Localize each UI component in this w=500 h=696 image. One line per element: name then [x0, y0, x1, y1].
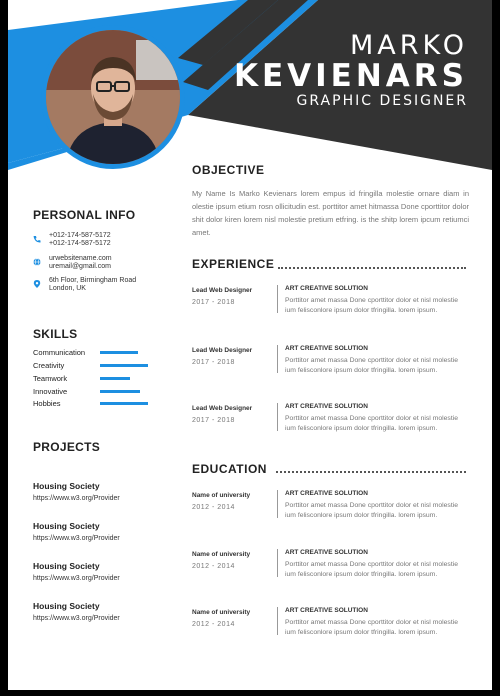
- location-pin-icon: [33, 280, 41, 288]
- experience-entry-divider: [277, 403, 278, 431]
- project-url[interactable]: https://www.w3.org/Provider: [33, 495, 120, 502]
- job-role: GRAPHIC DESIGNER: [296, 93, 468, 109]
- phone-2: +012-174-587-5172: [49, 240, 111, 247]
- education-entry-dates: 2012 - 2014: [192, 563, 235, 570]
- project-name: Housing Society: [33, 481, 100, 491]
- project-url[interactable]: https://www.w3.org/Provider: [33, 535, 120, 542]
- education-entry-divider: [277, 490, 278, 518]
- address-line-1: 6th Floor, Birmingham Road: [49, 277, 137, 284]
- experience-entry-company: ART CREATIVE SOLUTION: [285, 285, 368, 292]
- project-name: Housing Society: [33, 561, 100, 571]
- experience-divider: [278, 267, 466, 269]
- education-divider: [276, 471, 466, 473]
- person-avatar-icon: [46, 30, 180, 164]
- experience-entry-dates: 2017 - 2018: [192, 359, 235, 366]
- education-entry-company: ART CREATIVE SOLUTION: [285, 549, 368, 556]
- experience-entry-dates: 2017 - 2018: [192, 417, 235, 424]
- skill-level-bar: [100, 390, 140, 393]
- experience-heading: EXPERIENCE: [192, 257, 275, 271]
- experience-entry-title: Lead Web Designer: [192, 347, 253, 354]
- website: urwebsitename.com: [49, 255, 112, 262]
- education-entry-company: ART CREATIVE SOLUTION: [285, 607, 368, 614]
- experience-entry-divider: [277, 345, 278, 373]
- education-entry-divider: [277, 607, 278, 635]
- skill-level-bar: [100, 377, 130, 380]
- experience-entry-divider: [277, 285, 278, 313]
- education-entry-description: Porttitor amet massa Done cporttitor dol…: [285, 619, 459, 636]
- education-entry-divider: [277, 549, 278, 577]
- skill-label: Hobbies: [33, 399, 61, 408]
- education-heading: EDUCATION: [192, 462, 267, 476]
- email: uremail@gmail.com: [49, 263, 111, 270]
- skill-label: Innovative: [33, 387, 68, 396]
- resume-page: MARKO KEVIENARS GRAPHIC DESIGNER PERSONA…: [8, 0, 492, 690]
- experience-entry-description: Porttitor amet massa Done cporttitor dol…: [285, 297, 459, 314]
- project-name: Housing Society: [33, 601, 100, 611]
- projects-heading: PROJECTS: [33, 440, 101, 454]
- experience-entry-description: Porttitor amet massa Done cporttitor dol…: [285, 357, 459, 374]
- objective-heading: OBJECTIVE: [192, 163, 265, 177]
- experience-entry-dates: 2017 - 2018: [192, 299, 235, 306]
- education-entry-title: Name of university: [192, 492, 251, 499]
- education-entry-title: Name of university: [192, 551, 251, 558]
- project-name: Housing Society: [33, 521, 100, 531]
- experience-entry-description: Porttitor amet massa Done cporttitor dol…: [285, 415, 459, 432]
- skill-level-bar: [100, 364, 148, 367]
- skill-label: Creativity: [33, 361, 65, 370]
- education-entry-dates: 2012 - 2014: [192, 504, 235, 511]
- experience-entry-title: Lead Web Designer: [192, 405, 253, 412]
- education-entry-description: Porttitor amet massa Done cporttitor dol…: [285, 502, 459, 519]
- education-entry-description: Porttitor amet massa Done cporttitor dol…: [285, 561, 459, 578]
- skill-level-bar: [100, 402, 148, 405]
- phone-1: +012-174-587-5172: [49, 232, 111, 239]
- experience-entry-title: Lead Web Designer: [192, 287, 253, 294]
- project-url[interactable]: https://www.w3.org/Provider: [33, 575, 120, 582]
- first-name: MARKO: [349, 30, 468, 61]
- experience-entry-company: ART CREATIVE SOLUTION: [285, 345, 368, 352]
- education-entry-title: Name of university: [192, 609, 251, 616]
- profile-photo: [41, 25, 185, 169]
- address-line-2: London, UK: [49, 285, 86, 292]
- skill-level-bar: [100, 351, 138, 354]
- personal-info-heading: PERSONAL INFO: [33, 208, 136, 222]
- globe-icon: [33, 258, 41, 266]
- skill-label: Communication: [33, 348, 86, 357]
- skill-label: Teamwork: [33, 374, 68, 383]
- education-entry-company: ART CREATIVE SOLUTION: [285, 490, 368, 497]
- phone-icon: [33, 236, 41, 243]
- experience-entry-company: ART CREATIVE SOLUTION: [285, 403, 368, 410]
- education-entry-dates: 2012 - 2014: [192, 621, 235, 628]
- skills-heading: SKILLS: [33, 327, 78, 341]
- objective-text: My Name Is Marko Kevienars lorem empus i…: [192, 189, 469, 237]
- last-name: KEVIENARS: [233, 58, 468, 94]
- project-url[interactable]: https://www.w3.org/Provider: [33, 615, 120, 622]
